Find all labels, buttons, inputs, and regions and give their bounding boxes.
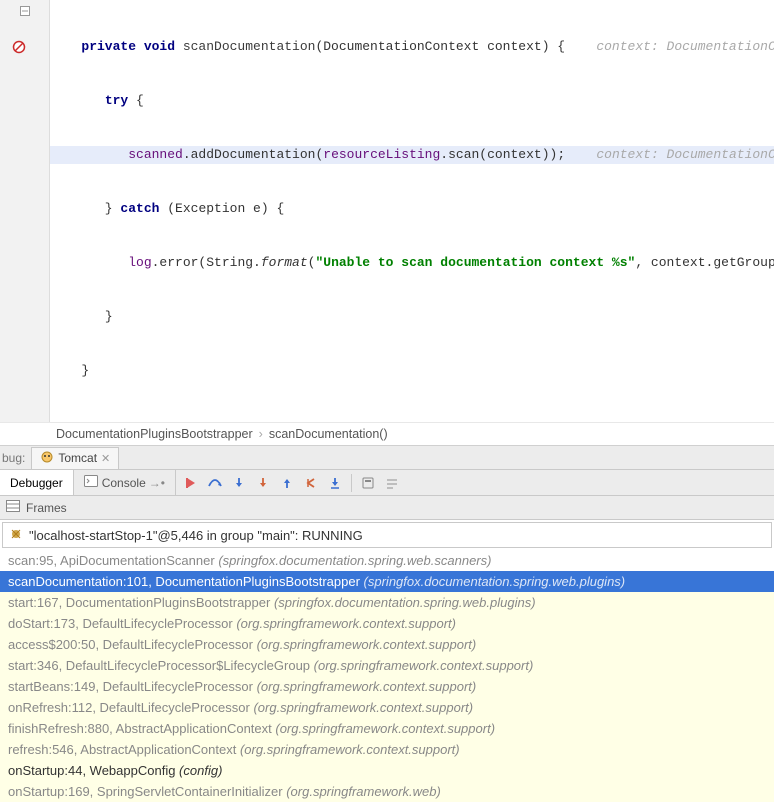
thread-selector[interactable]: "localhost-startStop-1"@5,446 in group "… — [2, 522, 772, 548]
stack-frame[interactable]: onRefresh:112, DefaultLifecycleProcessor… — [0, 697, 774, 718]
stack-frame[interactable]: refresh:546, AbstractApplicationContext … — [0, 739, 774, 760]
code-text: .error(String. — [152, 255, 261, 270]
code-area[interactable]: private void scanDocumentation(Documenta… — [50, 0, 774, 422]
thread-label: "localhost-startStop-1"@5,446 in group "… — [29, 528, 363, 543]
frames-panel-header: Frames — [0, 496, 774, 520]
frame-package: (org.springframework.context.support) — [240, 742, 460, 757]
field-ref: log — [128, 255, 151, 270]
code-text: (DocumentationContext context) { — [315, 39, 565, 54]
code-editor: private void scanDocumentation(Documenta… — [0, 0, 774, 422]
code-line-current: scanned.addDocumentation(resourceListing… — [50, 146, 774, 164]
frame-package: (config) — [179, 763, 222, 778]
breakpoint-invalid-icon[interactable] — [0, 38, 49, 56]
field-ref: resourceListing — [323, 147, 440, 162]
frame-package: (org.springframework.context.support) — [253, 700, 473, 715]
tab-label: Tomcat — [58, 451, 97, 465]
string-literal: "Unable to scan documentation context %s… — [315, 255, 635, 270]
stack-frame[interactable]: doStart:173, DefaultLifecycleProcessor (… — [0, 613, 774, 634]
debug-step-toolbar — [176, 470, 407, 495]
code-text: } — [105, 309, 113, 324]
stack-frame[interactable]: access$200:50, DefaultLifecycleProcessor… — [0, 634, 774, 655]
force-step-into-button[interactable] — [252, 473, 274, 493]
frame-package: (org.springframework.context.support) — [236, 616, 456, 631]
frame-package: (org.springframework.web) — [286, 784, 441, 799]
frame-main: onStartup:44, WebappConfig — [8, 763, 179, 778]
code-text: format — [261, 255, 308, 270]
frame-main: doStart:173, DefaultLifecycleProcessor — [8, 616, 236, 631]
frame-main: start:167, DocumentationPluginsBootstrap… — [8, 595, 274, 610]
frames-list[interactable]: scan:95, ApiDocumentationScanner (spring… — [0, 550, 774, 802]
run-to-cursor-button[interactable] — [324, 473, 346, 493]
tab-debugger[interactable]: Debugger — [0, 470, 74, 495]
frame-main: scanDocumentation:101, DocumentationPlug… — [8, 574, 364, 589]
code-text: .scan(context)); — [440, 147, 565, 162]
code-text: .addDocumentation( — [183, 147, 323, 162]
stack-frame[interactable]: finishRefresh:880, AbstractApplicationCo… — [0, 718, 774, 739]
field-ref: scanned — [128, 147, 183, 162]
step-into-button[interactable] — [228, 473, 250, 493]
frame-main: onRefresh:112, DefaultLifecycleProcessor — [8, 700, 253, 715]
frame-package: (springfox.documentation.spring.web.scan… — [218, 553, 491, 568]
frame-package: (org.springframework.context.support) — [275, 721, 495, 736]
stack-frame[interactable]: scanDocumentation:101, DocumentationPlug… — [0, 571, 774, 592]
frames-label: Frames — [26, 501, 67, 515]
code-line: log.error(String.format("Unable to scan … — [50, 254, 774, 272]
code-line: } catch (Exception e) { — [50, 200, 774, 218]
frame-main: finishRefresh:880, AbstractApplicationCo… — [8, 721, 275, 736]
frame-package: (springfox.documentation.spring.web.plug… — [274, 595, 536, 610]
step-over-button[interactable] — [204, 473, 226, 493]
evaluate-expression-button[interactable] — [357, 473, 379, 493]
thread-running-icon — [9, 527, 23, 544]
tab-console[interactable]: Console →• — [74, 470, 176, 495]
breadcrumb-item[interactable]: scanDocumentation() — [269, 427, 388, 441]
stack-frame[interactable]: scan:95, ApiDocumentationScanner (spring… — [0, 550, 774, 571]
step-out-button[interactable] — [276, 473, 298, 493]
frame-main: scan:95, ApiDocumentationScanner — [8, 553, 218, 568]
code-text: , context.getGroupName()), e); — [635, 255, 774, 270]
frame-package: (org.springframework.context.support) — [257, 679, 477, 694]
code-line: } — [50, 362, 774, 380]
method-name: scanDocumentation — [183, 39, 316, 54]
console-icon — [84, 475, 98, 490]
code-text: } — [81, 363, 89, 378]
code-line: private void scanDocumentation(Documenta… — [50, 38, 774, 56]
stack-frame[interactable]: start:167, DocumentationPluginsBootstrap… — [0, 592, 774, 613]
chevron-right-icon: › — [259, 427, 263, 441]
tab-label: Console — [102, 476, 146, 490]
code-line: } — [50, 308, 774, 326]
frame-main: refresh:546, AbstractApplicationContext — [8, 742, 240, 757]
frame-main: access$200:50, DefaultLifecycleProcessor — [8, 637, 257, 652]
frame-package: (springfox.documentation.spring.web.plug… — [364, 574, 626, 589]
stack-frame[interactable]: startBeans:149, DefaultLifecycleProcesso… — [0, 676, 774, 697]
toolwindow-tab-bar: bug: Tomcat ✕ — [0, 446, 774, 470]
stack-frame[interactable]: onStartup:44, WebappConfig (config) — [0, 760, 774, 781]
frames-icon — [6, 500, 20, 515]
bug-label: bug: — [2, 451, 29, 465]
frame-main: onStartup:169, SpringServletContainerIni… — [8, 784, 286, 799]
stack-frame[interactable]: start:346, DefaultLifecycleProcessor$Lif… — [0, 655, 774, 676]
frame-package: (org.springframework.context.support) — [314, 658, 534, 673]
toolbar-separator — [351, 474, 352, 492]
drop-frame-button[interactable] — [300, 473, 322, 493]
breadcrumb: DocumentationPluginsBootstrapper › scanD… — [0, 422, 774, 446]
settings-button[interactable] — [381, 473, 403, 493]
keyword: private void — [81, 39, 182, 54]
stack-frame[interactable]: onStartup:169, SpringServletContainerIni… — [0, 781, 774, 802]
debugger-toolbar-row: Debugger Console →• — [0, 470, 774, 496]
frame-main: start:346, DefaultLifecycleProcessor$Lif… — [8, 658, 314, 673]
code-line: try { — [50, 92, 774, 110]
frame-package: (org.springframework.context.support) — [257, 637, 477, 652]
pin-icon: →• — [149, 476, 165, 490]
editor-gutter — [0, 0, 50, 422]
tab-tomcat[interactable]: Tomcat ✕ — [31, 447, 119, 469]
breadcrumb-item[interactable]: DocumentationPluginsBootstrapper — [56, 427, 253, 441]
show-execution-point-button[interactable] — [180, 473, 202, 493]
close-icon[interactable]: ✕ — [101, 452, 110, 465]
inlay-hint: context: DocumentationContext@7636 — [596, 147, 774, 162]
frame-main: startBeans:149, DefaultLifecycleProcesso… — [8, 679, 257, 694]
collapse-icon[interactable] — [0, 2, 49, 20]
tomcat-icon — [40, 450, 54, 467]
inlay-hint: context: DocumentationContext@7636 — [596, 39, 774, 54]
